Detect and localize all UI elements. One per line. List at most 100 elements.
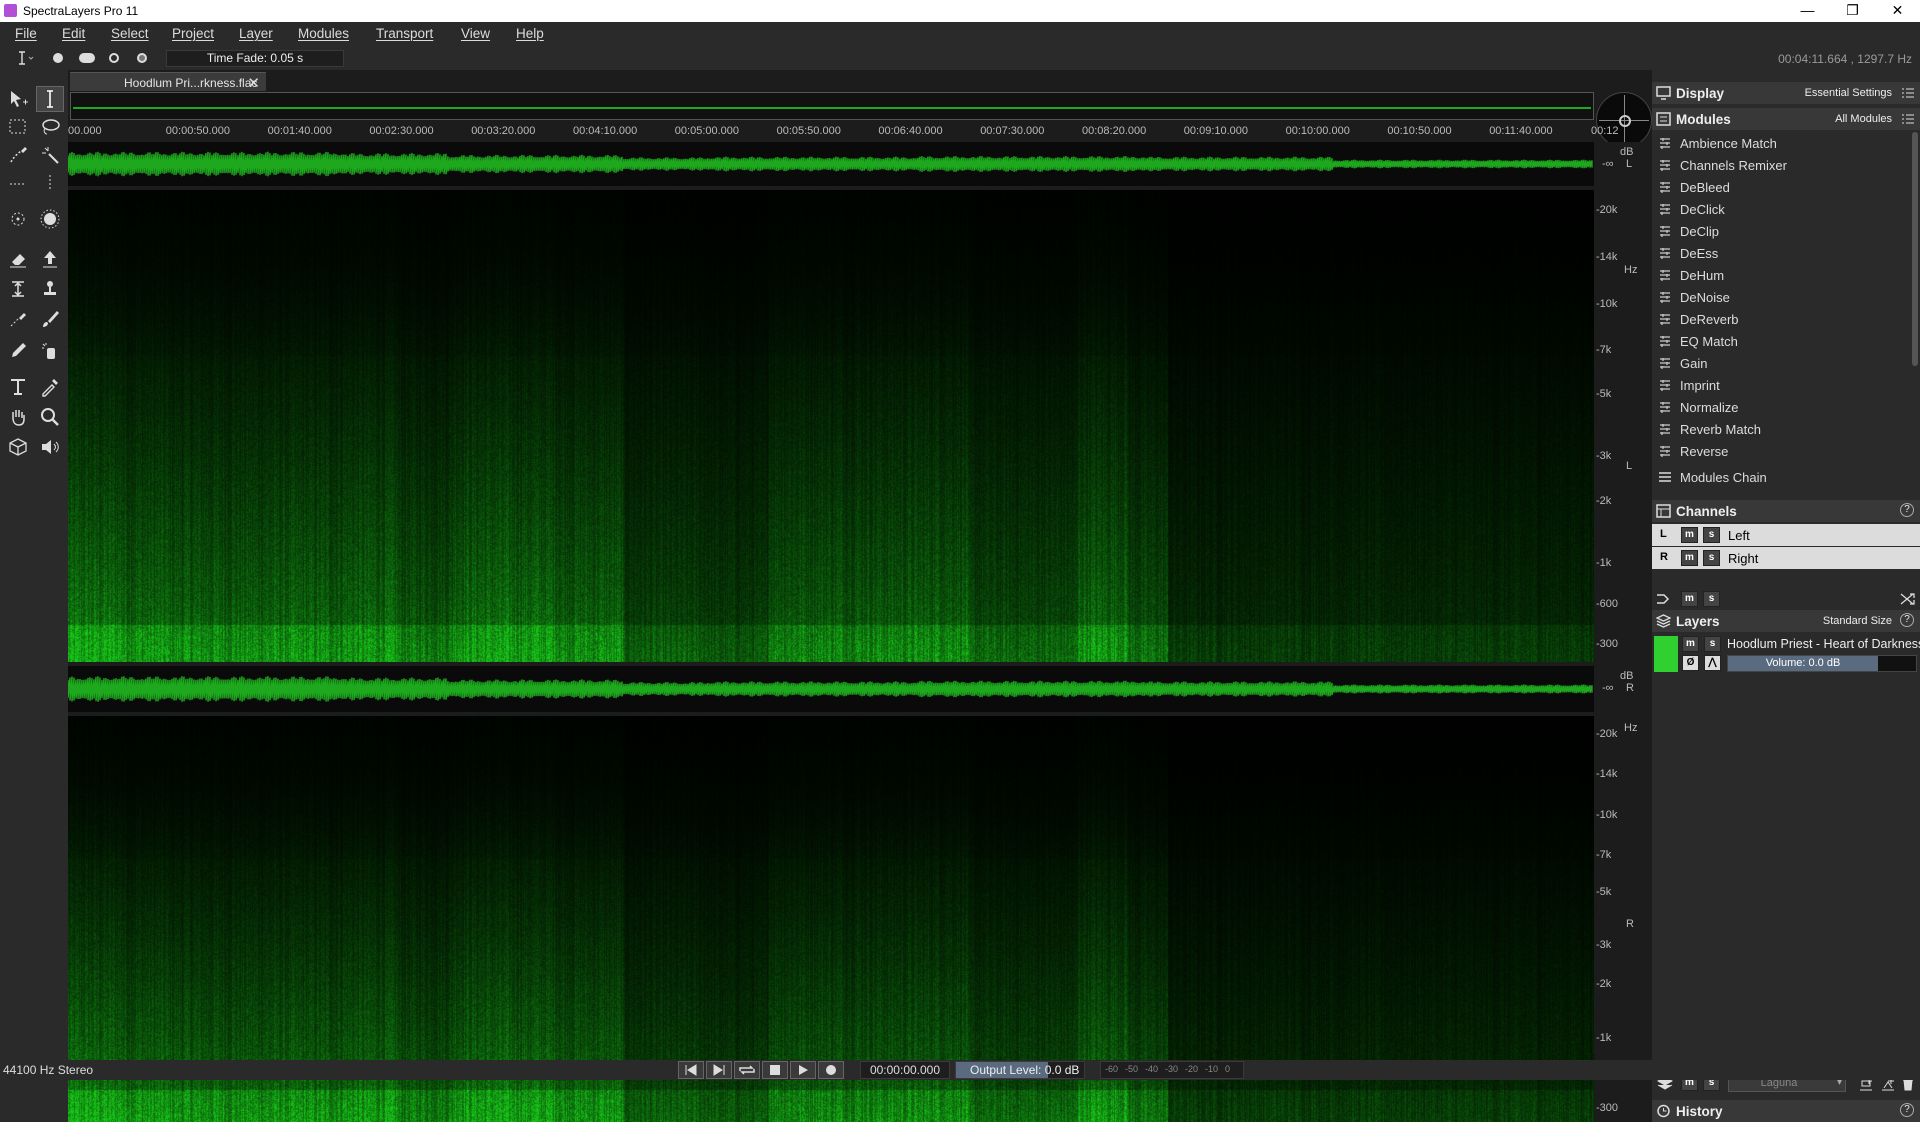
channel-left-mute-button[interactable]: m — [1681, 527, 1698, 543]
stamp-tool-icon[interactable] — [36, 276, 64, 302]
layer-phase-button[interactable]: Ø — [1682, 655, 1699, 671]
time-selection-tool-icon[interactable] — [36, 86, 64, 112]
modules-panel-menu-icon[interactable] — [1902, 113, 1914, 125]
eyedropper-tool-icon[interactable] — [36, 374, 64, 400]
module-item-eq-match[interactable]: EQ Match — [1652, 330, 1912, 352]
time-fade-field[interactable]: Time Fade: 0.05 s — [166, 50, 344, 67]
text-tool-icon[interactable] — [4, 374, 32, 400]
modules-filter-dropdown[interactable]: All Modules — [1835, 113, 1892, 125]
module-item-deess[interactable]: DeEss — [1652, 242, 1912, 264]
time-ruler[interactable]: 00.000 00:00:50.000 00:01:40.000 00:02:30.0… — [68, 120, 1619, 140]
playback-time-display[interactable]: 00:00:00.000 — [860, 1061, 950, 1079]
harmonic-selection-tool-icon[interactable] — [4, 206, 32, 232]
pen-tool-icon[interactable] — [4, 338, 32, 364]
module-item-declip[interactable]: DeClip — [1652, 220, 1912, 242]
module-item-ambience-match[interactable]: Ambience Match — [1652, 132, 1912, 154]
3d-view-tool-icon[interactable] — [4, 434, 32, 460]
go-to-end-button[interactable] — [706, 1061, 732, 1079]
menu-project[interactable]: Project — [172, 26, 214, 41]
play-button[interactable] — [790, 1061, 816, 1079]
module-item-dehum[interactable]: DeHum — [1652, 264, 1912, 286]
layer-volume-slider[interactable]: Volume: 0.0 dB — [1727, 655, 1917, 672]
module-item-declick[interactable]: DeClick — [1652, 198, 1912, 220]
output-level-slider[interactable]: Output Level: 0.0 dB — [955, 1061, 1085, 1079]
amplify-tool-icon[interactable] — [36, 246, 64, 272]
layer-solo-button[interactable]: s — [1704, 636, 1721, 652]
overview-timeline[interactable] — [70, 92, 1594, 120]
layer-envelope-icon[interactable]: ⋀ — [1704, 655, 1721, 671]
hand-tool-icon[interactable] — [4, 404, 32, 430]
menu-view[interactable]: View — [461, 26, 490, 41]
layer-row[interactable]: m s Ø ⋀ Hoodlum Priest - Heart of Darkne… — [1652, 634, 1920, 674]
maximize-button[interactable]: ❐ — [1830, 0, 1875, 22]
tool-cursor-dropdown[interactable] — [12, 49, 34, 67]
magic-wand-tool-icon[interactable] — [36, 142, 64, 168]
layers-size-dropdown[interactable]: Standard Size — [1823, 615, 1892, 627]
module-item-channels-remixer[interactable]: Channels Remixer — [1652, 154, 1912, 176]
close-tab-icon[interactable]: ✕ — [247, 74, 260, 92]
spectrogram-left[interactable] — [68, 190, 1594, 662]
module-item-reverse[interactable]: Reverse — [1652, 440, 1912, 462]
menu-help[interactable]: Help — [516, 26, 544, 41]
channels-panel-header[interactable]: Channels ? — [1652, 500, 1920, 522]
module-item-gain[interactable]: Gain — [1652, 352, 1912, 374]
menu-file[interactable]: File — [15, 26, 37, 41]
module-item-denoise[interactable]: DeNoise — [1652, 286, 1912, 308]
selection-mode-add-icon[interactable] — [76, 49, 98, 67]
module-item-normalize[interactable]: Normalize — [1652, 396, 1912, 418]
history-panel-header[interactable]: History ? — [1652, 1100, 1920, 1122]
layers-panel-header[interactable]: Layers Standard Size ? — [1652, 610, 1920, 632]
channel-row-right[interactable]: R m s Right — [1652, 547, 1920, 569]
layers-help-icon[interactable]: ? — [1900, 613, 1914, 627]
navigation-compass[interactable] — [1596, 92, 1652, 148]
document-tab[interactable]: Hoodlum Pri...rkness.flac ✕ — [70, 72, 266, 92]
channel-row-left[interactable]: L m s Left — [1652, 524, 1920, 546]
go-to-start-button[interactable] — [678, 1061, 704, 1079]
layer-mute-button[interactable]: m — [1682, 636, 1699, 652]
clone-tool-icon[interactable] — [4, 276, 32, 302]
history-help-icon[interactable]: ? — [1900, 1103, 1914, 1117]
eraser-tool-icon[interactable] — [4, 246, 32, 272]
channel-right-solo-button[interactable]: s — [1703, 550, 1720, 566]
channels-mute-all-button[interactable]: m — [1681, 591, 1698, 607]
move-tool-icon[interactable] — [4, 86, 32, 112]
rectangle-selection-tool-icon[interactable] — [4, 114, 32, 140]
menu-transport[interactable]: Transport — [376, 26, 433, 41]
menu-layer[interactable]: Layer — [239, 26, 273, 41]
loop-button[interactable] — [734, 1061, 760, 1079]
waveform-left[interactable] — [67, 142, 1594, 186]
menu-edit[interactable]: Edit — [62, 26, 85, 41]
modules-scrollbar[interactable] — [1912, 132, 1918, 366]
cloud-selection-tool-icon[interactable] — [36, 206, 64, 232]
modules-panel-header[interactable]: Modules All Modules — [1652, 108, 1920, 130]
module-item-reverb-match[interactable]: Reverb Match — [1652, 418, 1912, 440]
selection-mode-subtract-icon[interactable] — [104, 49, 126, 67]
display-preset-dropdown[interactable]: Essential Settings — [1805, 87, 1892, 99]
channel-swap-icon[interactable] — [1900, 592, 1916, 606]
menu-modules[interactable]: Modules — [298, 26, 349, 41]
frequency-selection-tool-icon[interactable] — [4, 170, 32, 196]
display-panel-menu-icon[interactable] — [1902, 87, 1914, 99]
time-range-tool-icon[interactable] — [36, 170, 64, 196]
speaker-tool-icon[interactable] — [36, 434, 64, 460]
zoom-tool-icon[interactable] — [36, 404, 64, 430]
selection-mode-new-icon[interactable] — [48, 49, 70, 67]
module-item-imprint[interactable]: Imprint — [1652, 374, 1912, 396]
display-panel-header[interactable]: Display Essential Settings — [1652, 82, 1920, 104]
minimize-button[interactable]: — — [1785, 0, 1830, 22]
modules-chain-item[interactable]: Modules Chain — [1652, 466, 1912, 488]
menu-select[interactable]: Select — [111, 26, 149, 41]
module-item-dereverb[interactable]: DeReverb — [1652, 308, 1912, 330]
record-button[interactable] — [818, 1061, 844, 1079]
module-item-debleed[interactable]: DeBleed — [1652, 176, 1912, 198]
smudge-tool-icon[interactable] — [4, 306, 32, 332]
channels-solo-all-button[interactable]: s — [1703, 591, 1720, 607]
selection-mode-intersect-icon[interactable] — [132, 49, 154, 67]
modules-list[interactable]: Ambience Match Channels Remixer DeBleed DeC… — [1652, 132, 1912, 466]
waveform-right[interactable] — [67, 666, 1594, 712]
brush-tool-icon[interactable] — [36, 306, 64, 332]
lasso-tool-icon[interactable] — [36, 114, 64, 140]
spray-tool-icon[interactable] — [36, 338, 64, 364]
channels-help-icon[interactable]: ? — [1900, 503, 1914, 517]
brush-selection-tool-icon[interactable] — [4, 142, 32, 168]
